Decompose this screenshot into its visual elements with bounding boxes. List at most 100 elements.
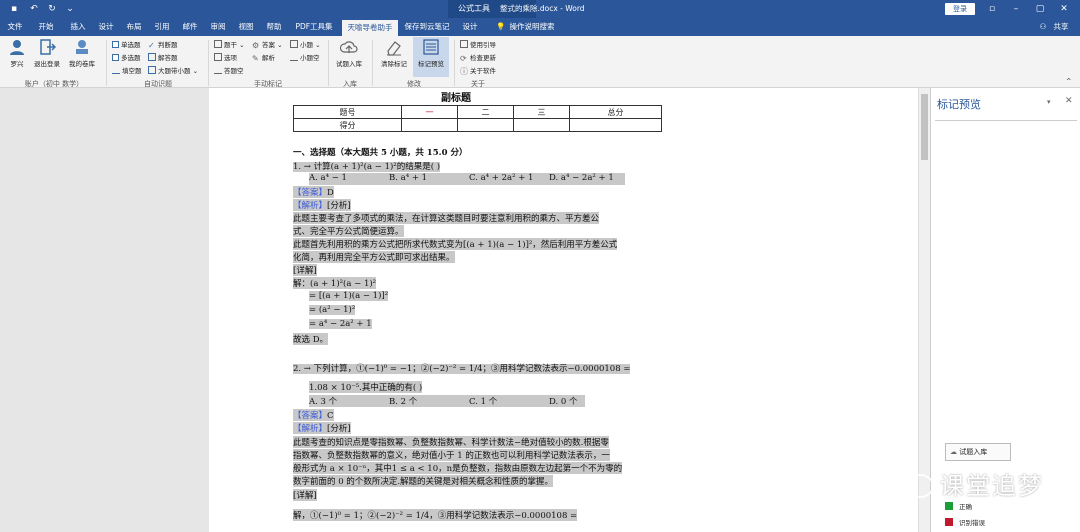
user-icon	[10, 40, 24, 55]
analysis-head-text: [分析]	[327, 424, 351, 434]
pane-import-button[interactable]: ☁ 试题入库	[945, 443, 1011, 461]
blank-icon	[214, 66, 222, 74]
doc-icon	[148, 66, 156, 74]
ribbon-separator	[106, 40, 107, 86]
logout-icon	[40, 39, 56, 55]
check-update-button[interactable]: ⟳ 检查更新	[460, 53, 496, 64]
cloud-upload-icon	[340, 41, 358, 53]
answer-blank-button[interactable]: 答题空	[214, 66, 244, 77]
collapse-ribbon-icon[interactable]: ^	[1066, 76, 1071, 87]
tab-file[interactable]: 文件	[4, 18, 26, 36]
my-bank-button[interactable]: 我的卷库	[66, 38, 98, 68]
solution-button[interactable]: 解答题	[148, 53, 178, 64]
import-questions-button[interactable]: 试题入库	[334, 38, 364, 68]
q2-options[interactable]: A. 3 个 B. 2 个 C. 1 个 D. 0 个	[309, 395, 585, 407]
q1-line: 式、完全平方公式简便运算。	[293, 225, 404, 237]
clear-marks-button[interactable]: 清除标记	[378, 38, 410, 68]
tab-references[interactable]: 引用	[150, 18, 174, 36]
user-button[interactable]: 罗兴	[6, 38, 28, 68]
tab-insert[interactable]: 插入	[66, 18, 90, 36]
table-cell	[569, 118, 662, 132]
logout-button[interactable]: 退出登录	[32, 38, 62, 68]
logout-label: 退出登录	[34, 60, 60, 68]
q1-option-c: C. a⁴ + 2a² + 1	[469, 173, 534, 183]
q2-answer[interactable]: 【答案】C	[293, 409, 334, 421]
scrollbar-thumb[interactable]	[921, 94, 928, 160]
q2-analysis-head[interactable]: 【解析】[分析]	[293, 422, 351, 434]
q2-answer-value: C	[327, 411, 334, 421]
share-button[interactable]: 共享	[1050, 18, 1072, 36]
single-choice-button[interactable]: 单选题	[112, 40, 141, 51]
sub-question-label: 小题	[300, 41, 313, 49]
q2-line: 此题考查的知识点是零指数幂、负整数指数幂、科学计数法−绝对值较小的数.根据零	[293, 436, 609, 448]
about-software-button[interactable]: ⓘ 关于软件	[460, 66, 496, 77]
redo-icon[interactable]: ↻	[46, 3, 58, 15]
q1-line: 此题主要考查了多项式的乘法，在计算这类题目时要注意利用积的乘方、平方差公	[293, 212, 600, 224]
document-page[interactable]: 副标题 题号 一 二 三 总分 得分 一、选择题（本大题共 5 小题，共 15.…	[209, 88, 918, 532]
q2-option-b: B. 2 个	[389, 397, 418, 407]
pane-options-icon[interactable]: ▾	[1047, 98, 1051, 106]
q1-options[interactable]: A. a⁴ − 1 B. a⁴ + 1 C. a⁴ + 2a² + 1 D. a…	[309, 173, 625, 185]
mark-preview-button[interactable]: 标记预览	[413, 37, 449, 77]
answer-button[interactable]: ⚙ 答案 ⌄	[252, 40, 283, 51]
tab-design[interactable]: 设计	[94, 18, 118, 36]
true-false-button[interactable]: ✓ 判断题	[148, 40, 178, 51]
q1-line: 解：(a + 1)²(a − 1)²	[293, 277, 377, 289]
multi-choice-button[interactable]: 多选题	[112, 53, 141, 64]
sub-blank-button[interactable]: 小题空	[290, 53, 320, 64]
sub-question-button[interactable]: 小题 ⌄	[290, 40, 321, 51]
undo-icon[interactable]: ↶	[28, 3, 40, 15]
fill-blank-button[interactable]: 填空题	[112, 66, 142, 77]
customize-qat-icon[interactable]: ⌄	[64, 3, 76, 15]
minimize-icon[interactable]: –	[1010, 3, 1022, 15]
q1-option-a: A. a⁴ − 1	[309, 173, 347, 183]
big-question-label: 大题带小题	[158, 67, 191, 75]
analysis-button[interactable]: ✎ 解析	[252, 53, 275, 64]
tab-pdf-tools[interactable]: PDF工具集	[290, 18, 338, 36]
login-button[interactable]: 登录	[945, 3, 975, 15]
preview-icon	[423, 39, 439, 55]
table-cell: 题号	[293, 105, 402, 119]
tab-review[interactable]: 审阅	[206, 18, 230, 36]
user-guide-button[interactable]: 使用引导	[460, 40, 496, 51]
tab-save-cloud-note[interactable]: 保存到云笔记	[400, 18, 454, 36]
watermark-text: 课堂追梦	[940, 472, 1044, 500]
q2-option-a: A. 3 个	[309, 397, 338, 407]
tab-help[interactable]: 帮助	[262, 18, 286, 36]
blank-icon	[112, 66, 120, 74]
share-person-icon[interactable]: ⚇	[1036, 18, 1050, 36]
ribbon-display-icon[interactable]: ▫	[986, 3, 998, 15]
pane-close-icon[interactable]: ✕	[1065, 96, 1073, 106]
tab-layout[interactable]: 布局	[122, 18, 146, 36]
option-button[interactable]: 选项	[214, 53, 237, 64]
q1-line: = a⁴ − 2a² + 1	[309, 319, 372, 329]
q2-line: [详解]	[293, 489, 317, 501]
big-question-button[interactable]: 大题带小题 ⌄	[148, 66, 198, 77]
tell-me-search[interactable]: 操作说明搜索	[508, 18, 556, 36]
pane-divider	[935, 120, 1077, 121]
ribbon-separator	[372, 40, 373, 86]
q2-option-c: C. 1 个	[469, 397, 498, 407]
tab-equation-design[interactable]: 设计	[458, 18, 482, 36]
tab-mailings[interactable]: 邮件	[178, 18, 202, 36]
q1-line: 故选 D。	[293, 333, 329, 345]
stem-button[interactable]: 题干 ⌄	[214, 40, 245, 51]
tab-view[interactable]: 视图	[234, 18, 258, 36]
table-cell: 总分	[569, 105, 662, 119]
close-icon[interactable]: ✕	[1058, 3, 1070, 15]
q1-answer[interactable]: 【答案】D	[293, 186, 334, 198]
save-icon[interactable]: ▪	[8, 3, 20, 15]
tab-tianyu-assistant[interactable]: 天喻导卷助手	[342, 20, 398, 36]
tab-home[interactable]: 开始	[34, 18, 58, 36]
ribbon-separator	[208, 40, 209, 86]
q2-stem[interactable]: 2. → 下列计算，①(−1)⁰ = −1；②(−2)⁻² = 1/4；③用科学…	[293, 362, 631, 374]
vertical-scrollbar[interactable]	[918, 88, 930, 532]
section-heading: 一、选择题（本大题共 5 小题，共 15.0 分）	[293, 148, 468, 158]
q1-stem[interactable]: 1. → 计算(a + 1)²(a − 1)²的结果是( )	[293, 160, 441, 172]
q1-analysis-head[interactable]: 【解析】[分析]	[293, 199, 351, 211]
about-software-label: 关于软件	[470, 67, 496, 75]
check-update-label: 检查更新	[470, 54, 496, 62]
maximize-icon[interactable]: ▢	[1034, 3, 1046, 15]
mark-preview-label: 标记预览	[418, 60, 444, 68]
document-title: 整式的乘除.docx - Word	[500, 4, 585, 13]
